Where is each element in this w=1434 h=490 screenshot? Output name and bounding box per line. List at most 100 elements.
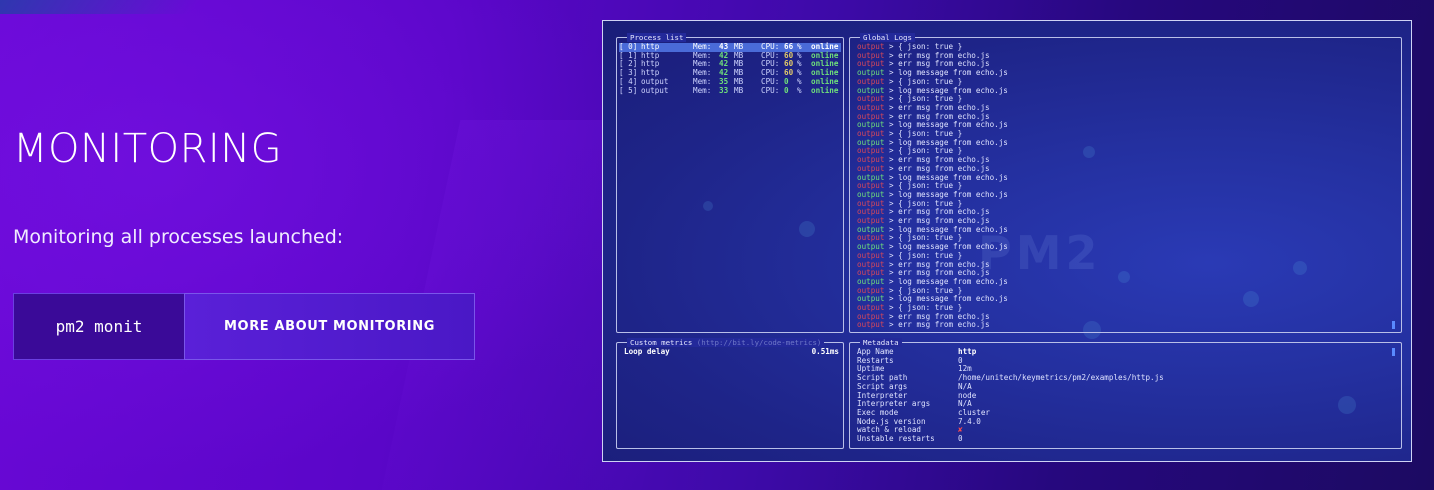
section-description: Monitoring all processes launched: [13,226,344,248]
log-message: > err msg from echo.js [884,311,990,321]
log-message: > err msg from echo.js [884,155,990,165]
metric-row: Loop delay 0.51ms [624,347,839,357]
process-row[interactable]: [ 5] output Mem: 33 MB CPU: 0% online [619,85,841,96]
log-message: > { json: true } [884,198,963,208]
log-message: > { json: true } [884,42,963,51]
log-source: output [857,259,885,269]
log-message: > log message from echo.js [884,276,1008,286]
log-source: output [857,320,885,330]
log-source: output [857,285,885,295]
log-source: output [857,189,885,199]
metadata-row: Script path/home/unitech/keymetrics/pm2/… [857,373,1357,383]
log-source: output [857,224,885,234]
metadata-row: Interpreter args N/A [857,399,1357,409]
log-message: > { json: true } [884,76,963,86]
metadata-row: Script args N/A [857,382,1357,392]
log-message: > { json: true } [884,233,963,243]
log-message: > { json: true } [884,285,963,295]
mem-unit: MB [734,85,744,95]
section-heading: MONITORING [13,126,283,172]
log-source: output [857,250,885,260]
metric-value: 0.51ms [811,347,839,356]
log-message: > { json: true } [884,181,963,191]
process-list-title: Process list [627,33,687,42]
log-message: > err msg from echo.js [884,259,990,269]
log-source: output [857,111,885,121]
log-source: output [857,163,885,173]
log-source: output [857,68,885,78]
log-message: > err msg from echo.js [884,50,990,60]
metadata-row: Unstable restarts 0 [857,434,1357,444]
log-source: output [857,129,885,138]
log-source: output [857,102,885,112]
command-snippet[interactable]: pm2 monit [13,293,185,360]
custom-metrics-title: Custom metrics (http://bit.ly/code-metri… [627,338,825,347]
log-message: > { json: true } [884,146,963,156]
log-source: output [857,303,885,312]
background-stripe [0,0,200,14]
metadata-value: /home/unitech/keymetrics/pm2/examples/ht… [958,373,1164,383]
log-message: > err msg from echo.js [884,216,990,225]
pm2-monit-screenshot: PM2 Process list [ 0] http Mem: 43 MB CPU: 66%… [602,20,1412,462]
log-source: output [857,216,885,225]
log-source: output [857,120,885,130]
process-id: [ 5] [619,85,638,95]
log-source: output [857,42,885,51]
log-source: output [857,50,885,60]
metadata-row: Interpreter node [857,391,1357,401]
log-source: output [857,146,885,156]
log-source: output [857,294,885,304]
log-message: > { json: true } [884,94,963,104]
log-message: > err msg from echo.js [884,59,990,69]
process-name: output [641,85,669,95]
log-message: > err msg from echo.js [884,102,990,112]
metadata-row: Restarts 0 [857,356,1357,366]
metric-label: Loop delay [624,347,670,356]
mem-value: 33 [719,85,729,95]
log-source: output [857,242,885,252]
more-about-monitoring-button[interactable]: MORE ABOUT MONITORING [184,293,475,360]
log-source: output [857,207,885,217]
metadata-row: App Name http [857,347,1357,357]
log-source: output [857,172,885,182]
log-source: output [857,155,885,165]
metadata-key: Unstable restarts [857,434,935,443]
log-message: > log message from echo.js [884,172,1008,182]
status-text: online [811,85,839,95]
log-message: > err msg from echo.js [884,320,990,330]
cpu-label: CPU: [761,85,780,95]
log-source: output [857,85,885,95]
log-message: > log message from echo.js [884,137,1008,147]
log-message: > err msg from echo.js [884,268,990,278]
metadata-row: Node.js version 7.4.0 [857,417,1357,427]
log-message: > err msg from echo.js [884,111,990,121]
log-source: output [857,311,885,321]
metadata-scrollbar[interactable] [1392,348,1395,356]
log-message: > log message from echo.js [884,68,1008,78]
log-source: output [857,233,885,243]
log-message: > { json: true } [884,250,963,260]
global-logs-panel: Global Logs output > { json: true } outpu… [849,33,1402,333]
global-logs-title: Global Logs [860,33,915,42]
mem-label: Mem: [693,85,712,95]
log-message: > log message from echo.js [884,224,1008,234]
log-source: output [857,276,885,286]
log-message: > log message from echo.js [884,294,1008,304]
metadata-value: 0 [958,434,963,443]
log-message: > log message from echo.js [884,85,1008,95]
cpu-unit: % [797,85,802,95]
log-source: output [857,94,885,104]
log-source: output [857,268,885,278]
custom-metrics-panel: Custom metrics (http://bit.ly/code-metri… [616,338,844,449]
metadata-panel: Metadata App Name http Restarts 0 Uptime 12m S… [849,338,1402,449]
log-source: output [857,76,885,86]
process-list-panel: Process list [ 0] http Mem: 43 MB CPU: 66% onli… [616,33,844,333]
metadata-row: Exec mode cluster [857,408,1357,418]
log-message: > log message from echo.js [884,242,1008,252]
logs-scrollbar[interactable] [1392,321,1395,329]
log-message: > log message from echo.js [884,189,1008,199]
cpu-value: 0 [784,85,789,95]
log-source: output [857,198,885,208]
log-message: > { json: true } [884,303,963,312]
log-source: output [857,137,885,147]
